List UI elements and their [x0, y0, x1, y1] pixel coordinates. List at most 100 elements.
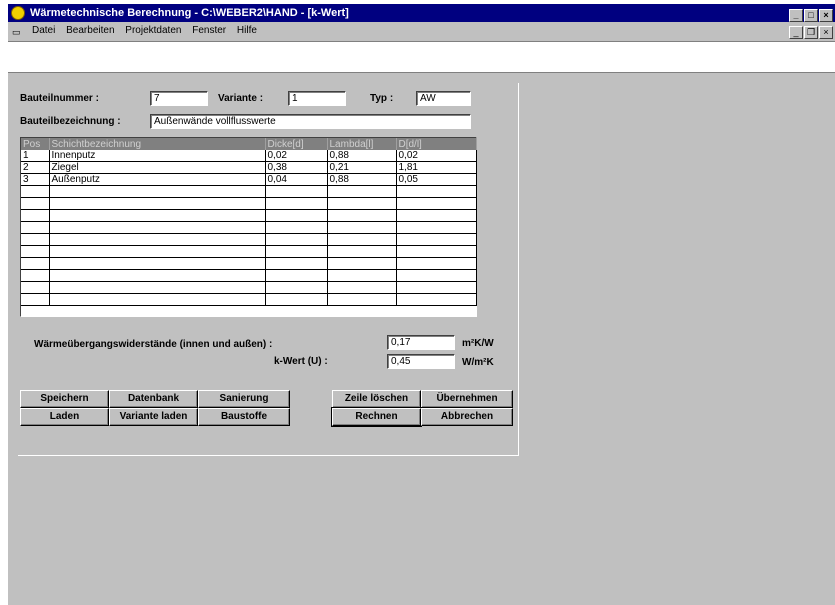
- cell-d[interactable]: [396, 281, 477, 294]
- menu-fenster[interactable]: Fenster: [192, 25, 226, 36]
- cell-lambda[interactable]: [327, 269, 397, 282]
- laden-button[interactable]: Laden: [20, 408, 109, 426]
- cell-pos[interactable]: [21, 269, 50, 282]
- cell-dicke[interactable]: [265, 185, 328, 198]
- cell-d[interactable]: [396, 245, 477, 258]
- bauteilnummer-input[interactable]: 7: [150, 91, 208, 106]
- cell-lambda[interactable]: [327, 197, 397, 210]
- cell-dicke[interactable]: [265, 197, 328, 210]
- abbrechen-button[interactable]: Abbrechen: [421, 408, 513, 426]
- baustoffe-button[interactable]: Baustoffe: [198, 408, 290, 426]
- table-row-empty[interactable]: [21, 197, 477, 210]
- cell-lambda[interactable]: [327, 281, 397, 294]
- cell-lambda[interactable]: [327, 233, 397, 246]
- cell-dicke[interactable]: [265, 233, 328, 246]
- cell-dicke[interactable]: 0,02: [265, 150, 328, 162]
- bezeichnung-input[interactable]: Außenwände vollflusswerte: [150, 114, 471, 129]
- cell-d[interactable]: [396, 257, 477, 270]
- cell-schicht[interactable]: [49, 197, 266, 210]
- menu-bearbeiten[interactable]: Bearbeiten: [66, 25, 114, 36]
- menu-projektdaten[interactable]: Projektdaten: [125, 25, 181, 36]
- datenbank-button[interactable]: Datenbank: [109, 390, 198, 408]
- cell-lambda[interactable]: [327, 209, 397, 222]
- cell-pos[interactable]: [21, 233, 50, 246]
- table-row[interactable]: 3 Außenputz 0,04 0,88 0,05: [21, 173, 477, 186]
- table-row-empty[interactable]: [21, 185, 477, 198]
- table-row-empty[interactable]: [21, 233, 477, 246]
- cell-dicke[interactable]: 0,04: [265, 173, 328, 186]
- cell-schicht[interactable]: [49, 269, 266, 282]
- cell-schicht[interactable]: Außenputz: [49, 173, 266, 186]
- sanierung-button[interactable]: Sanierung: [198, 390, 290, 408]
- cell-dicke[interactable]: [265, 209, 328, 222]
- cell-d[interactable]: [396, 221, 477, 234]
- cell-pos[interactable]: [21, 257, 50, 270]
- table-row-empty[interactable]: [21, 245, 477, 258]
- cell-schicht[interactable]: [49, 209, 266, 222]
- typ-input[interactable]: AW: [416, 91, 471, 106]
- cell-schicht[interactable]: Innenputz: [49, 150, 266, 162]
- cell-d[interactable]: 1,81: [396, 161, 477, 174]
- cell-d[interactable]: [396, 293, 477, 306]
- table-row-empty[interactable]: [21, 281, 477, 294]
- cell-dicke[interactable]: [265, 245, 328, 258]
- cell-lambda[interactable]: [327, 221, 397, 234]
- table-row[interactable]: 2 Ziegel 0,38 0,21 1,81: [21, 161, 477, 174]
- mdi-close-button[interactable]: ×: [819, 26, 833, 39]
- mdi-system-menu-icon[interactable]: ▭: [12, 24, 21, 41]
- cell-pos[interactable]: [21, 245, 50, 258]
- variante-laden-button[interactable]: Variante laden: [109, 408, 198, 426]
- cell-dicke[interactable]: [265, 257, 328, 270]
- cell-pos[interactable]: [21, 281, 50, 294]
- cell-pos[interactable]: [21, 221, 50, 234]
- table-row-empty[interactable]: [21, 221, 477, 234]
- mdi-minimize-button[interactable]: _: [789, 26, 803, 39]
- cell-dicke[interactable]: [265, 281, 328, 294]
- cell-d[interactable]: [396, 233, 477, 246]
- cell-d[interactable]: [396, 185, 477, 198]
- menu-datei[interactable]: Datei: [32, 25, 55, 36]
- table-row-empty[interactable]: [21, 257, 477, 270]
- mdi-restore-button[interactable]: ❐: [804, 26, 818, 39]
- cell-dicke[interactable]: [265, 293, 328, 306]
- cell-pos[interactable]: [21, 197, 50, 210]
- table-row[interactable]: 1 Innenputz 0,02 0,88 0,02: [21, 150, 477, 162]
- cell-pos[interactable]: 2: [21, 161, 50, 174]
- cell-schicht[interactable]: [49, 257, 266, 270]
- table-row-empty[interactable]: [21, 269, 477, 282]
- cell-lambda[interactable]: 0,21: [327, 161, 397, 174]
- table-row-empty[interactable]: [21, 293, 477, 306]
- cell-pos[interactable]: [21, 209, 50, 222]
- cell-schicht[interactable]: Ziegel: [49, 161, 266, 174]
- cell-schicht[interactable]: [49, 233, 266, 246]
- cell-dicke[interactable]: 0,38: [265, 161, 328, 174]
- minimize-button[interactable]: _: [789, 9, 803, 22]
- uebernehmen-button[interactable]: Übernehmen: [421, 390, 513, 408]
- cell-d[interactable]: [396, 269, 477, 282]
- cell-schicht[interactable]: [49, 293, 266, 306]
- cell-dicke[interactable]: [265, 269, 328, 282]
- app-icon[interactable]: [11, 6, 25, 20]
- cell-dicke[interactable]: [265, 221, 328, 234]
- cell-pos[interactable]: [21, 185, 50, 198]
- cell-schicht[interactable]: [49, 245, 266, 258]
- speichern-button[interactable]: Speichern: [20, 390, 109, 408]
- cell-lambda[interactable]: 0,88: [327, 173, 397, 186]
- schichten-grid[interactable]: Pos Schichtbezeichnung Dicke[d] Lambda[l…: [20, 137, 477, 317]
- cell-lambda[interactable]: 0,88: [327, 150, 397, 162]
- cell-schicht[interactable]: [49, 221, 266, 234]
- cell-schicht[interactable]: [49, 281, 266, 294]
- rechnen-button[interactable]: Rechnen: [331, 407, 422, 427]
- cell-lambda[interactable]: [327, 245, 397, 258]
- cell-d[interactable]: 0,02: [396, 150, 477, 162]
- maximize-button[interactable]: □: [804, 9, 818, 22]
- cell-pos[interactable]: [21, 293, 50, 306]
- variante-input[interactable]: 1: [288, 91, 346, 106]
- cell-pos[interactable]: 1: [21, 150, 50, 162]
- cell-pos[interactable]: 3: [21, 173, 50, 186]
- menu-hilfe[interactable]: Hilfe: [237, 25, 257, 36]
- zeile-loeschen-button[interactable]: Zeile löschen: [332, 390, 421, 408]
- cell-lambda[interactable]: [327, 185, 397, 198]
- cell-d[interactable]: [396, 197, 477, 210]
- cell-lambda[interactable]: [327, 293, 397, 306]
